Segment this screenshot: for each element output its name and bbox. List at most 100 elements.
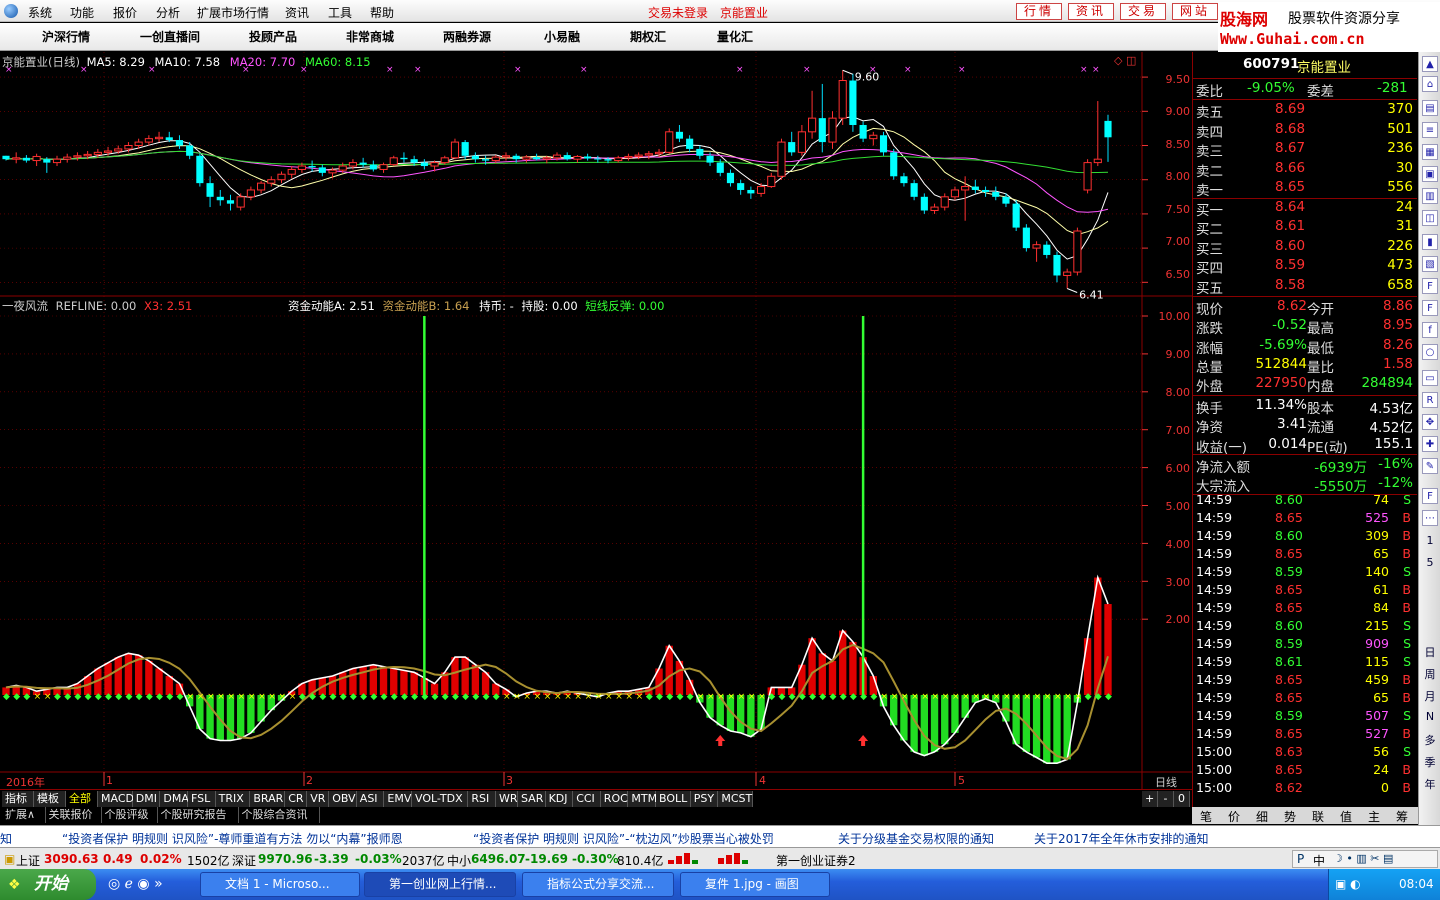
indicator-tab-vol-tdx[interactable]: VOL-TDX [412,791,469,807]
indicator-tab-dmi[interactable]: DMI [132,791,161,807]
tray-icons[interactable]: ▣ ◐ [1335,877,1361,891]
period-n[interactable]: N [1422,710,1438,723]
indicator-tab-mtm[interactable]: MTM [628,791,657,807]
quote-tab[interactable]: 势 [1276,808,1304,825]
news-ticker[interactable]: 知 “投资者保护 明规则 识风险”-尊师重道有方法 勿以“内幕”报师恩 “投资者… [0,825,1440,847]
nav-advisor[interactable]: 投顾产品 [249,28,297,45]
menu-system[interactable]: 系统 [28,4,52,21]
menu-tools[interactable]: 工具 [328,4,352,21]
quote-tab[interactable]: 筹 [1388,808,1416,825]
grid-icon[interactable]: ▦ [1422,144,1438,160]
quote-tab[interactable]: 值 [1332,808,1360,825]
indicator-tab-模板[interactable]: 模板 [34,791,66,807]
news-icon[interactable]: ▣ [1422,166,1438,182]
server-name[interactable]: 第一创业证券2 [776,852,856,869]
ime-toolbar[interactable]: P 中 ☽ • ▥ ✂ ▤ [1292,850,1438,868]
indicator-tab-macd[interactable]: MACD [98,791,134,807]
indicator-tab-mcst[interactable]: MCST [718,791,754,807]
nav-live[interactable]: 一创直播间 [140,28,200,45]
indicator-tab-cci[interactable]: CCI [573,791,601,807]
ticker-item[interactable]: 关于分级基金交易权限的通知 [838,830,994,847]
period-1min[interactable]: 1 [1422,534,1438,547]
layout-icon[interactable]: ▭ [1422,370,1438,386]
crosshair-icon[interactable]: ✚ [1422,436,1438,452]
quote-tab[interactable]: 价 [1220,808,1248,825]
quote-tab[interactable]: 联 [1304,808,1332,825]
pen-icon[interactable]: ✎ [1422,458,1438,474]
indicator-tab-obv[interactable]: OBV [329,791,357,807]
bottom-tab[interactable]: 个股研究报告 [158,807,239,823]
rsi-icon[interactable]: R [1422,392,1438,408]
indicator-tab-全部[interactable]: 全部 [66,791,98,807]
menu-help[interactable]: 帮助 [370,4,394,21]
indicator-tab-trix[interactable]: TRIX [215,791,251,807]
indicator-tab-sar[interactable]: SAR [518,791,546,807]
task-forum[interactable]: 指标公式分享交流... [522,872,674,897]
chart-area[interactable]: ◇ ◫ 9.606.41× × × × × × × × × × × × × × × × ◆ ◆ ◆ × × ◆ ◆ ◆ ◆ ◆ ◆… [0,52,1192,789]
nav-xiaoyirong[interactable]: 小易融 [544,28,580,45]
period-year[interactable]: 年 [1422,776,1438,792]
home-icon[interactable]: ⌂ [1422,76,1438,92]
menu-function[interactable]: 功能 [70,4,94,21]
nav-mall[interactable]: 非常商城 [346,28,394,45]
menu-analysis[interactable]: 分析 [156,4,180,21]
quote-tab[interactable]: 细 [1248,808,1276,825]
sh-label[interactable]: 上证 [16,852,40,869]
period-day[interactable]: 日 [1422,644,1438,660]
bars-icon[interactable]: ▮ [1422,234,1438,250]
ticker-item[interactable]: 关于2017年全年休市安排的通知 [1034,830,1209,847]
ticker-item[interactable]: 知 [0,830,12,847]
bottom-tab[interactable]: 个股综合资讯 [239,807,320,823]
indicator-tab-cr[interactable]: CR [285,791,308,807]
task-paint[interactable]: 复件 1.jpg - 画图 [680,872,830,897]
period-week[interactable]: 周 [1422,666,1438,682]
f10-icon[interactable]: F [1422,278,1438,294]
zoom-control[interactable]: + [1142,791,1158,807]
nav-quant[interactable]: 量化汇 [717,28,753,45]
task-trading[interactable]: 第一创业网上行情... [364,872,516,897]
sz-label[interactable]: 深证 [232,852,256,869]
brand-banner[interactable]: 股海网 股票软件资源分享 Www.Guhai.com.cn [1218,2,1440,52]
period-label[interactable]: 日线 [1155,774,1177,790]
nav-margin[interactable]: 两融券源 [443,28,491,45]
bottom-tab[interactable]: 关联报价 [46,807,102,823]
table-icon[interactable]: ▥ [1422,188,1438,204]
login-status[interactable]: 交易未登录 [648,4,708,21]
indicator-tab-fsl[interactable]: FSL [188,791,216,807]
window-icon[interactable]: ▤ [1422,100,1438,116]
ime-mode[interactable]: 中 [1313,852,1325,869]
bottom-tab[interactable]: 个股评级 [102,807,158,823]
top-button-trade[interactable]: 交易 [1120,3,1166,20]
bottom-tab[interactable]: 扩展∧ [2,807,46,823]
indicator-tab-rsi[interactable]: RSI [468,791,496,807]
indicator-tab-brar[interactable]: BRAR [250,791,286,807]
quicklaunch-icon[interactable]: ◎ ℯ ◉ » [108,876,163,892]
nav-hushen[interactable]: 沪深行情 [42,28,90,45]
top-button-quote[interactable]: 行情 [1016,3,1062,20]
zoom-control[interactable]: - [1158,791,1174,807]
menu-extended-market[interactable]: 扩展市场行情 [197,4,269,21]
top-button-info[interactable]: 资讯 [1068,3,1114,20]
formula-icon[interactable]: f [1422,322,1438,338]
list-icon[interactable]: ≡ [1422,122,1438,138]
quote-tab[interactable]: 笔 [1192,808,1220,825]
indicator-tab-boll[interactable]: BOLL [656,791,691,807]
indicator-tab-wr[interactable]: WR [496,791,518,807]
chart-icon[interactable]: ◫ [1422,210,1438,226]
arrow-up-icon[interactable]: ▲ [1422,56,1438,72]
period-quarter[interactable]: 季 [1422,754,1438,770]
quote-tab[interactable]: 主 [1360,808,1388,825]
indicator-tab-emv[interactable]: EMV [384,791,412,807]
nav-options[interactable]: 期权汇 [630,28,666,45]
switch-icon[interactable]: ▧ [1422,256,1438,272]
zx-label[interactable]: 中小 [447,852,471,869]
indicator-tab-asi[interactable]: ASI [356,791,385,807]
move-icon[interactable]: ✥ [1422,414,1438,430]
circle-icon[interactable]: ○ [1422,344,1438,360]
task-word[interactable]: 文档 1 - Microso... [200,872,360,897]
indicator-tab-指标[interactable]: 指标 [2,791,34,807]
indicator-tab-vr[interactable]: VR [307,791,330,807]
indicator-tab-psy[interactable]: PSY [690,791,719,807]
zoom-control[interactable]: 0 [1174,791,1190,807]
ticker-item[interactable]: “投资者保护 明规则 识风险”-“枕边风”炒股票当心被处罚 [473,830,774,847]
